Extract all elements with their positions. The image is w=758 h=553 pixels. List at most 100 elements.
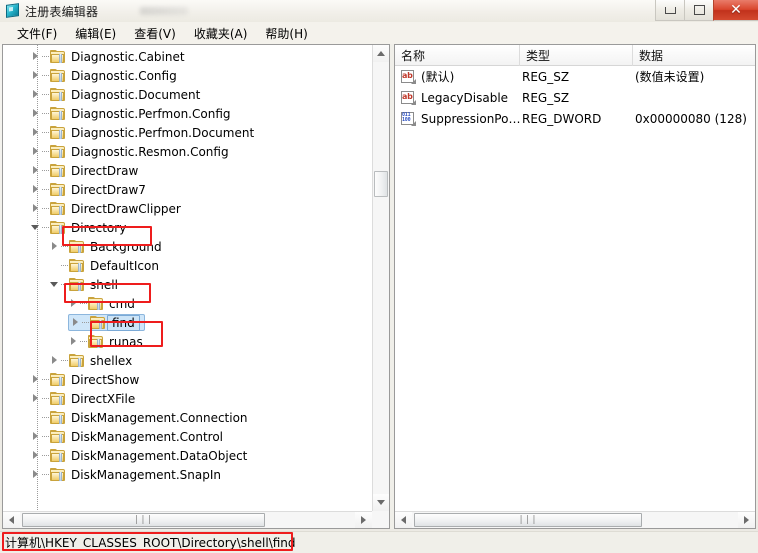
expand-arrow-icon[interactable] [30,51,41,62]
chevron-right-icon [744,516,749,524]
menu-edit[interactable]: 编辑(E) [66,23,125,44]
expand-arrow-icon[interactable] [30,203,41,214]
regedit-window: 注册表编辑器 ✕ 文件(F) 编辑(E) 查看(V) 收藏夹(A) 帮助(H) … [0,0,758,553]
menu-view[interactable]: 查看(V) [125,23,185,44]
tree-horizontal-scroll-thumb[interactable]: ||| [22,513,265,527]
tree-item-diskmanagement-control[interactable]: DiskManagement.Control [3,427,372,446]
minimize-button[interactable] [655,0,684,21]
registry-tree-pane: Diagnostic.Cabinet Diagnostic.Config Diagn… [2,44,390,529]
expand-arrow-icon[interactable] [30,393,41,404]
expand-arrow-icon[interactable] [49,241,60,252]
values-scroll-right-button[interactable] [738,512,755,528]
tree-item-label: shellex [90,353,133,368]
expand-arrow-icon[interactable] [68,298,79,309]
tree-scroll-up-button[interactable] [373,45,389,62]
tree-item-diagnostic-perfmon-config[interactable]: Diagnostic.Perfmon.Config [3,104,372,123]
tree-item-content: DiskManagement.SnapIn [30,467,223,482]
tree-leaf-spacer [30,412,41,423]
tree-vertical-scrollbar[interactable] [372,45,389,511]
tree-item-cmd[interactable]: cmd [3,294,372,313]
tree-horizontal-scrollbar[interactable]: ||| [3,511,372,528]
value-name-cell: 011 100 SuppressionPo… [395,111,520,126]
tree-item-content: runas [68,334,145,349]
tree-viewport[interactable]: Diagnostic.Cabinet Diagnostic.Config Diagn… [3,45,372,511]
menu-file[interactable]: 文件(F) [8,23,66,44]
tree-item-content: shellex [49,353,134,368]
window-title: 注册表编辑器 [25,4,99,19]
tree-item-shellex[interactable]: shellex [3,351,372,370]
expand-arrow-icon[interactable] [30,146,41,157]
expand-arrow-icon[interactable] [30,431,41,442]
folder-icon [50,467,66,482]
tree-item-label: cmd [109,296,135,311]
column-header-name[interactable]: 名称 [395,45,520,66]
chevron-left-icon [401,516,406,524]
tree-item-defaulticon[interactable]: DefaultIcon [3,256,372,275]
menu-favorites[interactable]: 收藏夹(A) [185,23,257,44]
tree-item-background[interactable]: Background [3,237,372,256]
registry-tree[interactable]: Diagnostic.Cabinet Diagnostic.Config Diagn… [3,45,372,484]
regedit-icon [5,3,21,19]
collapse-arrow-icon[interactable] [49,279,60,290]
close-button[interactable]: ✕ [713,0,758,21]
expand-arrow-icon[interactable] [30,127,41,138]
folder-icon [50,125,66,140]
expand-arrow-icon[interactable] [49,355,60,366]
tree-item-directory[interactable]: Directory [3,218,372,237]
tree-item-label: Directory [71,220,127,235]
tree-scroll-right-button[interactable] [355,512,372,528]
values-horizontal-scrollbar[interactable]: ||| [395,511,755,528]
expand-arrow-icon[interactable] [30,165,41,176]
expand-arrow-icon[interactable] [68,336,79,347]
tree-item-diskmanagement-connection[interactable]: DiskManagement.Connection [3,408,372,427]
tree-item-shell[interactable]: shell [3,275,372,294]
tree-item-diagnostic-resmon-config[interactable]: Diagnostic.Resmon.Config [3,142,372,161]
expand-arrow-icon[interactable] [30,89,41,100]
tree-item-directdraw7[interactable]: DirectDraw7 [3,180,372,199]
values-scroll-left-button[interactable] [395,512,412,528]
expand-arrow-icon[interactable] [30,108,41,119]
value-row[interactable]: ab (默认) REG_SZ (数值未设置) [395,66,755,87]
tree-item-directshow[interactable]: DirectShow [3,370,372,389]
tree-item-diskmanagement-snapin[interactable]: DiskManagement.SnapIn [3,465,372,484]
tree-item-directdrawclipper[interactable]: DirectDrawClipper [3,199,372,218]
column-header-data[interactable]: 数据 [633,45,755,66]
tree-item-diskmanagement-dataobject[interactable]: DiskManagement.DataObject [3,446,372,465]
tree-item-diagnostic-cabinet[interactable]: Diagnostic.Cabinet [3,47,372,66]
menu-help[interactable]: 帮助(H) [256,23,316,44]
expand-arrow-icon[interactable] [30,70,41,81]
tree-item-diagnostic-perfmon-document[interactable]: Diagnostic.Perfmon.Document [3,123,372,142]
expand-arrow-icon[interactable] [70,317,81,328]
values-horizontal-scroll-thumb[interactable]: ||| [414,513,642,527]
tree-item-content: DirectDraw7 [30,182,148,197]
values-list[interactable]: ab (默认) REG_SZ (数值未设置) ab LegacyDisable REG_SZ… [395,66,755,511]
maximize-button[interactable] [684,0,713,21]
tree-item-diagnostic-document[interactable]: Diagnostic.Document [3,85,372,104]
tree-item-directxfile[interactable]: DirectXFile [3,389,372,408]
tree-item-directdraw[interactable]: DirectDraw [3,161,372,180]
value-row[interactable]: ab LegacyDisable REG_SZ [395,87,755,108]
tree-connector-line [42,75,49,76]
column-header-type[interactable]: 类型 [520,45,633,66]
tree-scroll-left-button[interactable] [3,512,20,528]
expand-arrow-icon[interactable] [30,469,41,480]
expand-arrow-icon[interactable] [30,184,41,195]
tree-item-find[interactable]: find [3,313,372,332]
value-type-cell: REG_SZ [522,90,570,105]
expand-arrow-icon[interactable] [30,450,41,461]
tree-connector-line [42,436,49,437]
value-name-text: SuppressionPo… [421,111,520,126]
collapse-arrow-icon[interactable] [30,222,41,233]
tree-connector-line [82,322,89,323]
tree-item-label: DiskManagement.SnapIn [71,467,221,482]
tree-scroll-down-button[interactable] [373,494,389,511]
chevron-down-icon [377,500,385,505]
tree-item-diagnostic-config[interactable]: Diagnostic.Config [3,66,372,85]
tree-hscroll-track[interactable]: ||| [20,512,355,528]
tree-item-label: find [107,314,140,331]
expand-arrow-icon[interactable] [30,374,41,385]
tree-vertical-scroll-thumb[interactable] [374,171,388,197]
tree-item-runas[interactable]: runas [3,332,372,351]
value-row[interactable]: 011 100 SuppressionPo… REG_DWORD 0x00000080 … [395,108,755,129]
values-hscroll-track[interactable]: ||| [412,512,738,528]
